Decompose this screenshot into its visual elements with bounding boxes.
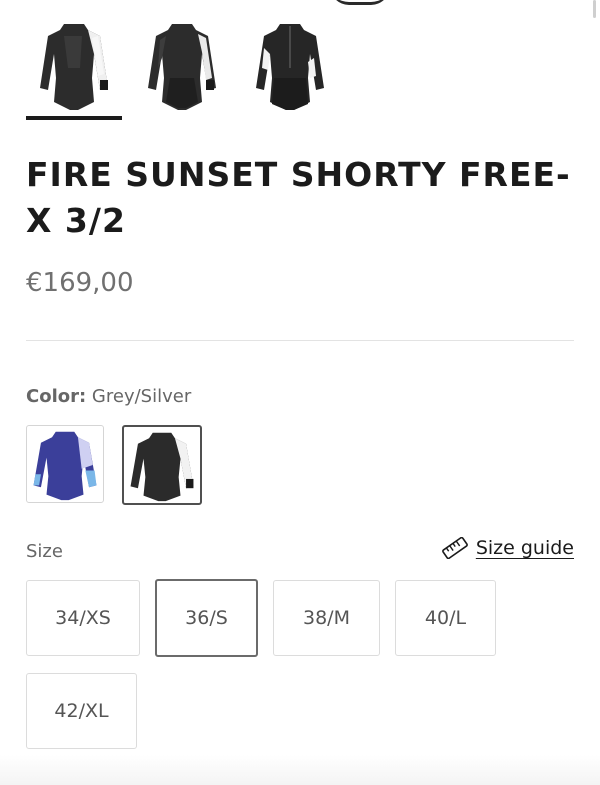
selected-color-value: Grey/Silver	[91, 386, 192, 407]
size-option-38-m[interactable]: 38/M	[273, 580, 380, 656]
product-title: FIRE SUNSET SHORTY FREE-X 3/2	[26, 155, 571, 240]
size-option-36-s[interactable]: 36/S	[155, 579, 258, 657]
size-option-40-l[interactable]: 40/L	[395, 580, 496, 656]
color-selection-label: Color: Grey/Silver	[26, 386, 191, 407]
color-swatch-grey-silver[interactable]	[122, 425, 202, 505]
selected-thumbnail-indicator	[26, 116, 122, 120]
bottom-fade	[0, 755, 600, 785]
scrollbar[interactable]	[593, 0, 596, 18]
size-guide-link[interactable]: Size guide	[441, 537, 574, 559]
size-option-34-xs[interactable]: 34/XS	[26, 580, 140, 656]
size-option-42-xl[interactable]: 42/XL	[26, 673, 137, 749]
size-label: Size	[26, 541, 63, 562]
ruler-icon	[441, 537, 468, 559]
size-guide-label: Size guide	[475, 537, 574, 559]
wetsuit-blue-icon	[33, 431, 97, 501]
thumbnail-front-alt[interactable]	[134, 18, 230, 118]
wetsuit-front-alt-icon	[148, 24, 216, 110]
color-label: Color:	[26, 386, 87, 407]
product-price: €169,00	[26, 268, 134, 298]
thumbnail-back[interactable]	[242, 18, 338, 118]
thumbnail-front[interactable]	[26, 18, 122, 118]
wetsuit-grey-icon	[130, 432, 194, 502]
wetsuit-front-icon	[40, 24, 108, 110]
color-swatch-blue[interactable]	[26, 425, 104, 503]
image-thumbnails	[26, 18, 346, 120]
divider	[26, 340, 574, 341]
product-image-edge	[330, 0, 390, 5]
wetsuit-back-icon	[256, 24, 324, 110]
